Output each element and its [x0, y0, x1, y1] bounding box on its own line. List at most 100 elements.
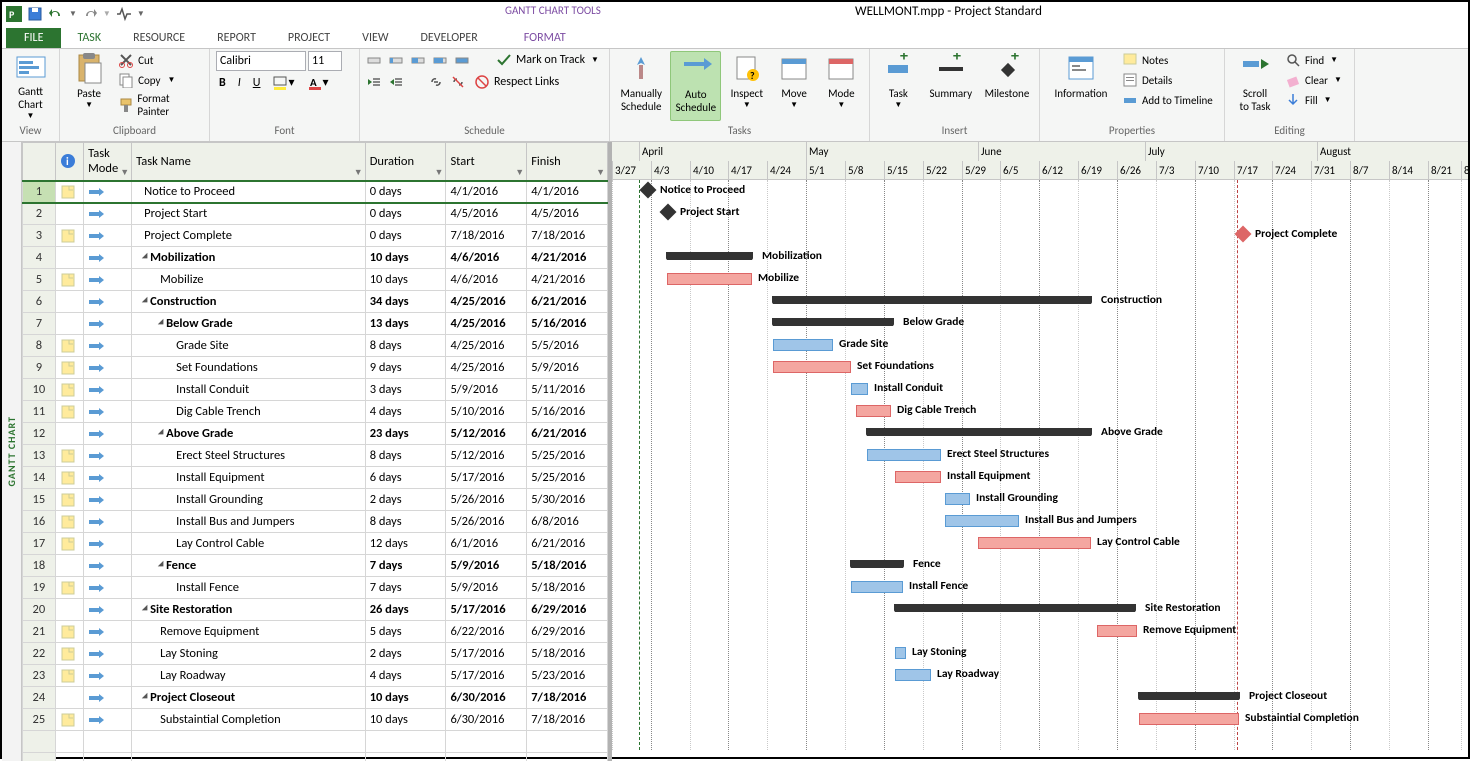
notes-button[interactable]: Notes: [1120, 51, 1215, 69]
bold-button[interactable]: B: [216, 76, 229, 90]
tab-project[interactable]: PROJECT: [272, 28, 346, 48]
table-row[interactable]: 9Set Foundations9 days4/25/20165/9/2016: [23, 357, 608, 379]
redo-icon[interactable]: [82, 6, 98, 22]
window-title: WELLMONT.mpp - Project Standard: [855, 4, 1042, 19]
unlink-button[interactable]: [450, 74, 466, 90]
task-grid[interactable]: i Task Mode▼ Task Name▼ Duration▼ Start▼…: [22, 142, 612, 761]
summary-insert-button[interactable]: +Summary: [925, 51, 977, 121]
scroll-to-task-button[interactable]: Scroll to Task: [1231, 51, 1279, 121]
table-row[interactable]: 5Mobilize10 days4/6/20164/21/2016: [23, 269, 608, 291]
italic-button[interactable]: I: [235, 76, 244, 90]
indent-button[interactable]: [388, 74, 404, 90]
table-row[interactable]: 12Above Grade23 days5/12/20166/21/2016: [23, 423, 608, 445]
tab-resource[interactable]: RESOURCE: [117, 28, 201, 48]
table-row[interactable]: 20Site Restoration26 days5/17/20166/29/2…: [23, 599, 608, 621]
table-row[interactable]: 25Substaintial Completion10 days6/30/201…: [23, 709, 608, 731]
undo-icon[interactable]: [48, 6, 64, 22]
tab-report[interactable]: REPORT: [201, 28, 272, 48]
group-properties-label: Properties: [1046, 124, 1218, 141]
move-button[interactable]: Move▼: [772, 51, 815, 121]
table-row[interactable]: 24Project Closeout10 days6/30/20167/18/2…: [23, 687, 608, 709]
table-row[interactable]: 22Lay Stoning2 days5/17/20165/18/2016: [23, 643, 608, 665]
add-to-timeline-button[interactable]: Add to Timeline: [1120, 91, 1215, 109]
auto-schedule-button[interactable]: Auto Schedule: [670, 51, 721, 121]
table-row[interactable]: 16Install Bus and Jumpers8 days5/26/2016…: [23, 511, 608, 533]
col-start[interactable]: Start▼: [446, 143, 527, 181]
format-painter-button[interactable]: Format Painter: [116, 91, 203, 119]
contextual-tab-label: GANTT CHART TOOLS: [505, 4, 601, 17]
table-row[interactable]: 3Project Complete0 days7/18/20167/18/201…: [23, 225, 608, 247]
underline-button[interactable]: U: [250, 76, 264, 90]
group-view-label: View: [8, 124, 53, 141]
col-task-mode[interactable]: Task Mode▼: [84, 143, 132, 181]
table-row[interactable]: 4Mobilization10 days4/6/20164/21/2016: [23, 247, 608, 269]
milestone-insert-button[interactable]: +Milestone: [981, 51, 1033, 121]
undo-dropdown[interactable]: ▼: [69, 9, 77, 19]
gantt-chart-button[interactable]: Gantt Chart▼: [8, 51, 53, 121]
activity-icon[interactable]: [116, 6, 132, 22]
table-row[interactable]: 21Remove Equipment5 days6/22/20166/29/20…: [23, 621, 608, 643]
pct-50[interactable]: [410, 52, 426, 68]
respect-links-button[interactable]: Respect Links: [472, 73, 561, 91]
information-button[interactable]: Information: [1046, 51, 1116, 121]
table-row[interactable]: 1Notice to Proceed0 days4/1/20164/1/2016: [23, 181, 608, 203]
group-tasks-label: Tasks: [616, 124, 863, 141]
save-icon[interactable]: [27, 6, 43, 22]
svg-text:+: +: [900, 53, 908, 66]
title-bar: P ▼ ▼ ▼: [2, 2, 1468, 26]
table-row[interactable]: 14Install Equipment6 days5/17/20165/25/2…: [23, 467, 608, 489]
col-duration[interactable]: Duration▼: [365, 143, 446, 181]
details-button[interactable]: Details: [1120, 71, 1215, 89]
view-bar[interactable]: GANTT CHART: [2, 142, 22, 761]
col-rownum[interactable]: [23, 143, 56, 181]
tab-developer[interactable]: DEVELOPER: [405, 28, 494, 48]
mode-button[interactable]: Mode▼: [820, 51, 863, 121]
inspect-button[interactable]: ?Inspect▼: [725, 51, 768, 121]
manually-schedule-button[interactable]: Manually Schedule: [616, 51, 666, 121]
group-editing-label: Editing: [1231, 124, 1348, 141]
table-row[interactable]: 17Lay Control Cable12 days6/1/20166/21/2…: [23, 533, 608, 555]
fill-button[interactable]: Fill▼: [1283, 91, 1344, 109]
table-row[interactable]: 23Lay Roadway4 days5/17/20165/23/2016: [23, 665, 608, 687]
pct-75[interactable]: [432, 52, 448, 68]
app-icon: P: [6, 6, 22, 22]
table-row[interactable]: 7Below Grade13 days4/25/20165/16/2016: [23, 313, 608, 335]
ribbon-tabs: FILE TASK RESOURCE REPORT PROJECT VIEW D…: [2, 26, 1468, 48]
table-row[interactable]: 19Install Fence7 days5/9/20165/18/2016: [23, 577, 608, 599]
pct-0[interactable]: [366, 52, 382, 68]
font-size-input[interactable]: [308, 51, 342, 71]
table-row[interactable]: 13Erect Steel Structures8 days5/12/20165…: [23, 445, 608, 467]
table-row[interactable]: 18Fence7 days5/9/20165/18/2016: [23, 555, 608, 577]
table-row[interactable]: 2Project Start0 days4/5/20164/5/2016: [23, 203, 608, 225]
col-indicators[interactable]: i: [55, 143, 83, 181]
qat-customize[interactable]: ▼: [137, 9, 145, 19]
font-color-button[interactable]: A▾: [304, 75, 332, 91]
table-row[interactable]: 8Grade Site8 days4/25/20165/5/2016: [23, 335, 608, 357]
tab-view[interactable]: VIEW: [346, 28, 404, 48]
cut-button[interactable]: Cut: [116, 51, 203, 69]
link-button[interactable]: [428, 74, 444, 90]
table-row[interactable]: 15Install Grounding2 days5/26/20165/30/2…: [23, 489, 608, 511]
gantt-chart-area[interactable]: AprilMayJuneJulyAugust 3/274/34/104/174/…: [612, 142, 1468, 761]
task-insert-button[interactable]: +Task▼: [876, 51, 921, 121]
tab-file[interactable]: FILE: [6, 28, 61, 48]
svg-text:+: +: [953, 53, 961, 66]
font-name-input[interactable]: [216, 51, 306, 71]
table-row[interactable]: 10Install Conduit3 days5/9/20165/11/2016: [23, 379, 608, 401]
col-finish[interactable]: Finish▼: [527, 143, 608, 181]
find-button[interactable]: Find▼: [1283, 51, 1344, 69]
paste-button[interactable]: Paste▼: [66, 51, 112, 121]
col-task-name[interactable]: Task Name▼: [132, 143, 366, 181]
pct-100[interactable]: [454, 52, 470, 68]
mark-on-track-button[interactable]: Mark on Track▼: [494, 51, 601, 69]
clear-button[interactable]: Clear▼: [1283, 71, 1344, 89]
outdent-button[interactable]: [366, 74, 382, 90]
tab-format[interactable]: FORMAT: [494, 28, 582, 48]
tab-task[interactable]: TASK: [61, 28, 117, 48]
table-row[interactable]: 6Construction34 days4/25/20166/21/2016: [23, 291, 608, 313]
table-row[interactable]: 11Dig Cable Trench4 days5/10/20165/16/20…: [23, 401, 608, 423]
fill-color-button[interactable]: ▾: [269, 75, 297, 91]
copy-button[interactable]: Copy▼: [116, 71, 203, 89]
pct-25[interactable]: [388, 52, 404, 68]
redo-dropdown[interactable]: ▼: [103, 9, 111, 19]
